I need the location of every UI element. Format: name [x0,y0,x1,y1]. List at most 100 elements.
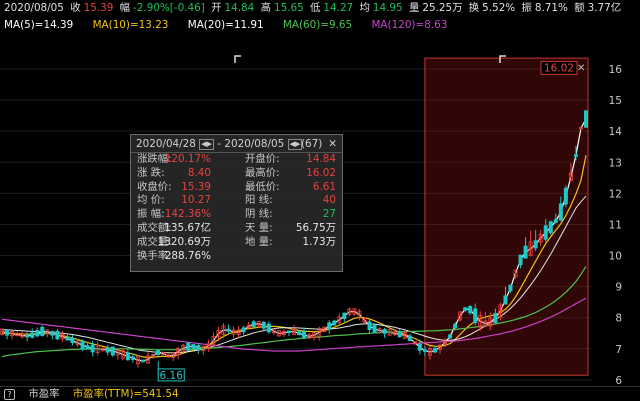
candle-down [70,337,75,343]
close-value: 15.39 [83,2,114,14]
close-icon[interactable]: ✕ [328,135,337,153]
popup-row: 涨 跌: 8.40 最高价: 16.02 [131,167,342,181]
stat-label: 最高价: [245,166,280,179]
popup-header: 2020/04/28 ◀▶ - 2020/08/05 ◀▶ (67) ✕ [131,135,342,153]
candle-down [332,320,337,326]
range-start: 2020/04/28 [136,138,196,150]
popup-row: 均 价: 10.27 阳 线: 40 [131,194,342,208]
y-tick-label: 14 [609,126,623,138]
candle-down [493,313,498,323]
avg-label: 均 [359,2,370,14]
candle-down [503,295,508,305]
candle-down [397,331,402,338]
quote-date: 2020/08/05 [4,2,64,14]
y-tick-label: 7 [615,344,622,356]
candle-down [558,203,563,221]
candle-down [473,308,478,324]
stat-value: 56.75万 [295,221,336,234]
candle-down [25,334,30,338]
stat-value: 1320.69万 [157,235,211,248]
selection-box [424,57,589,376]
ma-legend: MA(5)=14.39 MA(10)=13.23 MA(20)=11.91 MA… [0,16,640,34]
ma120-legend[interactable]: MA(120)=8.63 [371,19,447,31]
amount-value: 3.77亿 [587,2,622,14]
candle-down [35,330,40,337]
y-tick-label: 6 [615,375,622,386]
amount-label: 额 [574,2,585,14]
min-label: 6.16 [160,370,184,382]
candle-down [90,344,95,353]
quote-bar: 2020/08/05 收 15.39 幅 -2.90%[-0.46] 开 14.84 … [0,0,640,16]
range-sep: - [217,138,222,150]
candle-down [422,349,427,352]
stat-label: 振 幅: [137,208,165,221]
low-label: 低 [310,2,321,14]
candle-down [468,305,473,314]
range-start-stepper[interactable]: ◀▶ [199,138,214,150]
candle-down [327,322,332,330]
stat-value: 16.02 [306,166,336,179]
candle-down [448,334,453,339]
candle-down [563,187,568,205]
range-stats-popup: 2020/04/28 ◀▶ - 2020/08/05 ◀▶ (67) ✕ 涨跌幅… [130,134,343,272]
pe-label[interactable]: 市盈率 [28,388,59,400]
popup-row: 收盘价: 15.39 最低价: 6.61 [131,181,342,195]
popup-row: 涨跌幅: 120.17% 开盘价: 14.84 [131,153,342,167]
popup-rows: 涨跌幅: 120.17% 开盘价: 14.84 涨 跌: 8.40 最高价: 16.02 收盘价… [131,153,342,263]
ma10-legend[interactable]: MA(10)=13.23 [93,19,169,31]
close-icon: ✕ [577,63,585,74]
candle-down [407,335,412,342]
y-tick-label: 16 [609,64,623,76]
candle-down [548,221,553,234]
stat-value: 1.73万 [302,235,336,248]
open-label: 开 [211,2,222,14]
open-value: 14.84 [224,2,255,14]
stat-label: 开盘价: [245,153,280,165]
candle-down [130,356,135,360]
stat-value: 40 [322,194,336,207]
volume-value: 25.25万 [422,2,463,14]
candle-down [417,343,422,351]
candle-down [251,321,256,328]
stat-value: 135.67亿 [164,221,211,234]
stat-label: 地 量: [245,235,273,248]
stat-label: 均 价: [137,194,165,207]
ma5-legend[interactable]: MA(5)=14.39 [4,19,73,31]
candle-down [40,326,45,336]
change-value: -2.90%[-0.46] [133,2,205,14]
candle-down [186,342,191,351]
popup-row: 振 幅: 142.36% 阴 线: 27 [131,208,342,222]
close-label: 收 [70,2,81,14]
stat-label: 阴 线: [245,208,273,221]
candle-down [85,345,90,350]
stat-value: 10.27 [181,194,211,207]
candle-down [125,352,130,361]
corner-bracket [234,55,241,63]
candle-down [156,350,161,355]
ma20-legend[interactable]: MA(20)=11.91 [188,19,264,31]
amplitude-value: 8.71% [534,2,568,14]
stat-label: 涨 跌: [137,166,165,179]
candle-down [523,245,528,259]
stat-value: 288.76% [164,249,211,262]
range-end: 2020/08/05 [224,138,285,150]
range-count: (67) [301,138,323,150]
stat-label: 阳 线: [245,194,273,207]
ma60-legend[interactable]: MA(60)=9.65 [283,19,352,31]
bottom-indicator-bar: ? 市盈率 市盈率(TTM)=541.54 [0,386,640,401]
stat-label: 收盘价: [137,180,172,193]
candle-down [508,284,513,292]
stat-value: 6.61 [312,180,336,193]
popup-row: 成交额: 135.67亿天 量: 56.75万 [131,222,342,236]
popup-row: 成交量: 1320.69万地 量: 1.73万 [131,236,342,250]
stat-value: 14.84 [306,153,336,165]
y-axis: 6 7 8 9 10 11 12 13 14 15 16 [609,64,623,386]
help-icon[interactable]: ? [4,388,15,400]
candle-down [573,154,578,157]
low-value: 14.27 [323,2,354,14]
candle-down [261,321,266,329]
candle-down [226,328,231,332]
candle-down [286,330,291,333]
stat-label: 天 量: [245,221,273,234]
y-tick-label: 13 [609,157,622,169]
